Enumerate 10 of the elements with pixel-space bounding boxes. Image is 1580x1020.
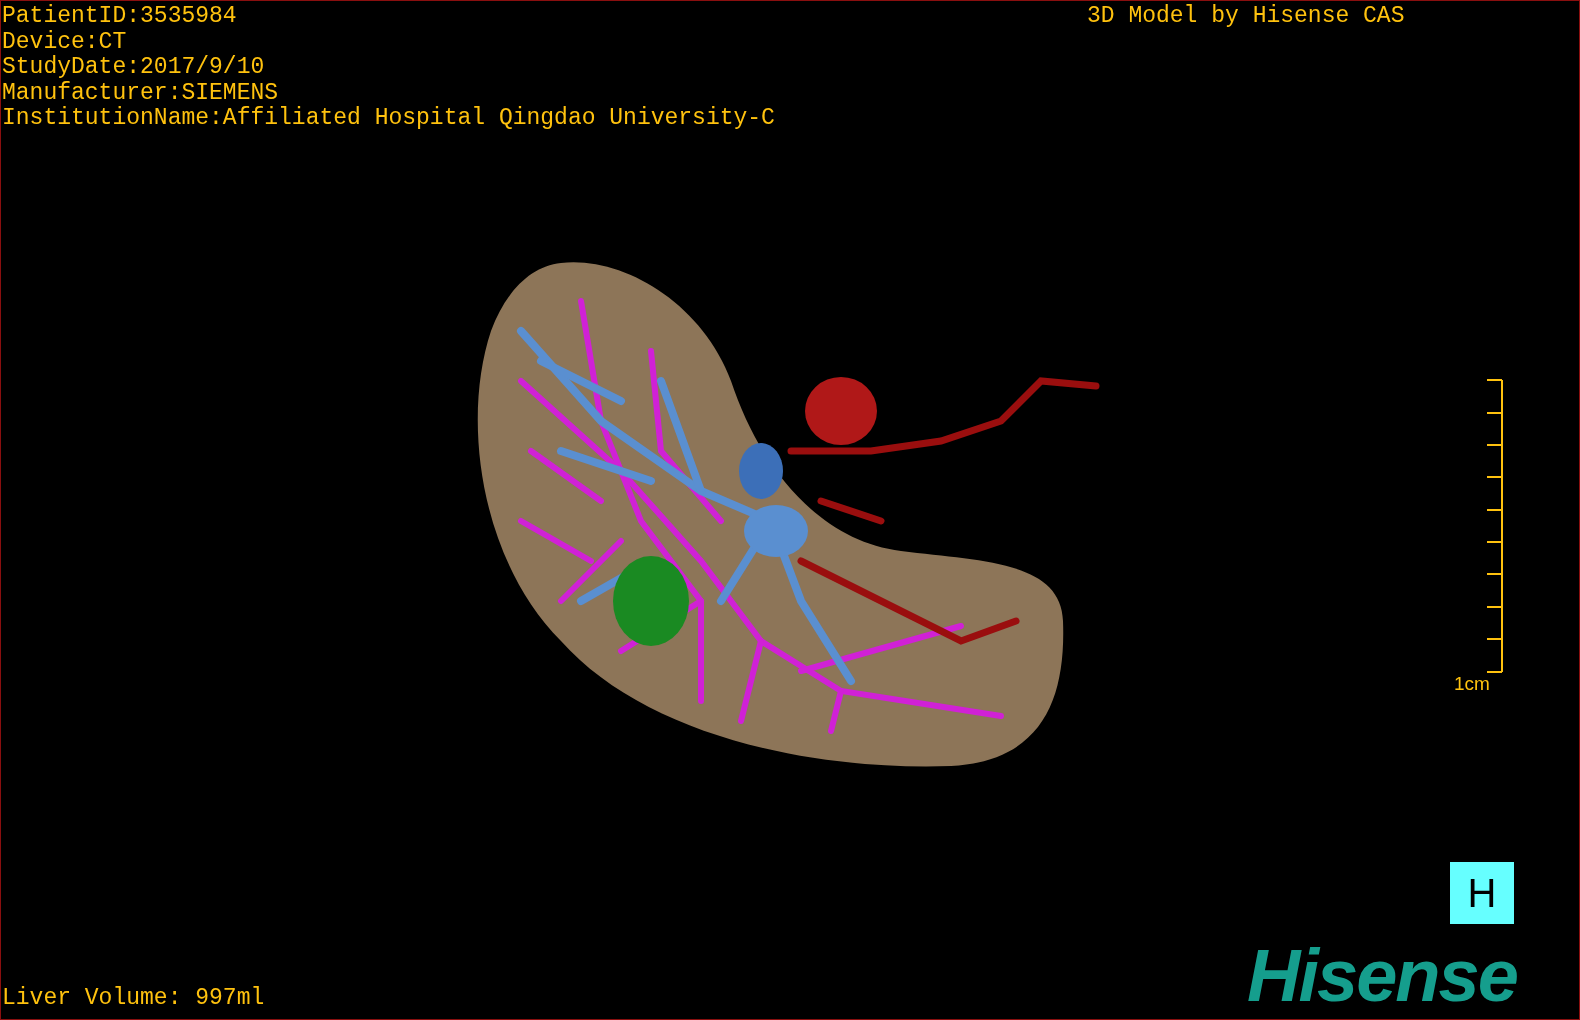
study-info-line: Manufacturer:SIEMENS [2, 80, 280, 106]
logo: Hisense [1247, 941, 1517, 1011]
study-info-line: PatientID:3535984 [2, 4, 238, 30]
study-info-line: StudyDate:2017/9/10 [2, 55, 266, 81]
study-info-line: InstitutionName:Affiliated Hospital Qingdao University-C [2, 106, 775, 132]
liver-volume: Liver Volume: 997ml [2, 986, 265, 1011]
orientation-marker[interactable]: H [1450, 862, 1514, 924]
scale-label: 1cm [1454, 673, 1490, 695]
model-credit: 3D Model by Hisense CAS [1087, 4, 1405, 29]
study-info-line: Device:CT [2, 29, 128, 55]
